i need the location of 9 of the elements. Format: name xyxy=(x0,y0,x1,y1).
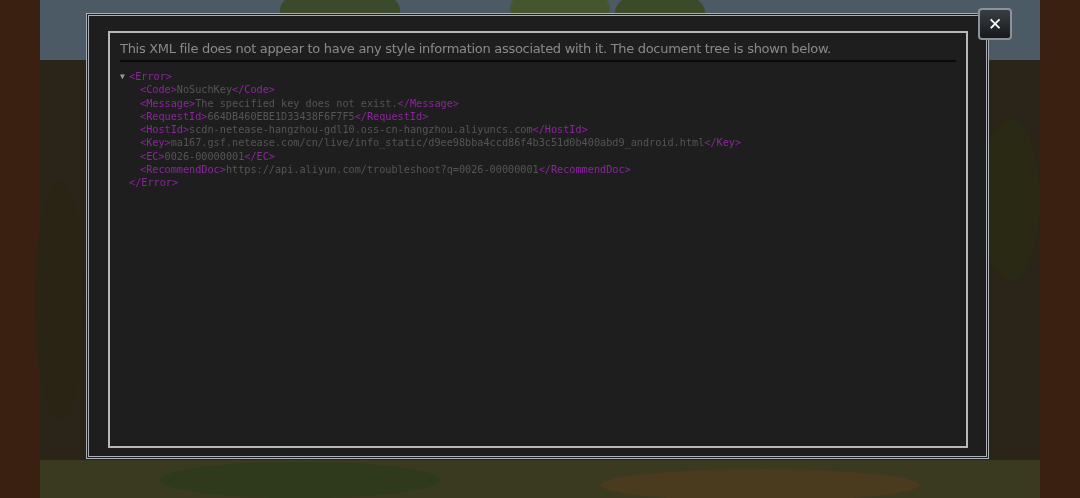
info-banner: This XML file does not appear to have any style information associated with it. The document tree is shown below. xyxy=(120,41,956,62)
close-button[interactable]: ✕ xyxy=(978,8,1012,40)
xml-element-line: <RecommendDoc>https://api.aliyun.com/troubleshoot?q=0026-00000001</RecommendDoc> xyxy=(140,163,631,177)
xml-element-line: <HostId>scdn-netease-hangzhou-gdl10.oss-cn-hangzhou.aliyuncs.com</HostId> xyxy=(140,123,588,137)
xml-element-line: <RequestId>664DB460EBE1D33438F6F7F5</RequestId> xyxy=(140,109,429,124)
collapse-toggle[interactable]: ▼ xyxy=(120,70,129,84)
xml-element-line: <Code>NoSuchKey</Code> xyxy=(140,83,275,97)
xml-tag: </Error> xyxy=(129,176,179,190)
xml-tag: <Error> xyxy=(129,70,172,84)
